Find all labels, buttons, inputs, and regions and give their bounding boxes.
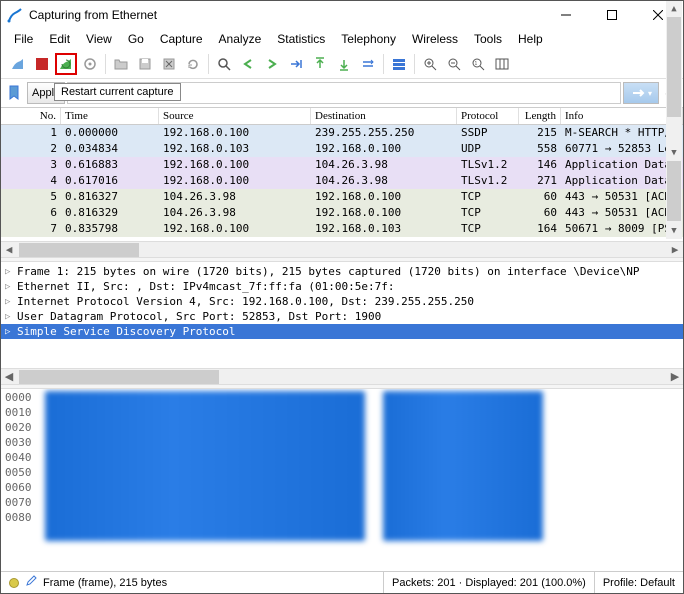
packet-rows[interactable]: 10.000000192.168.0.100239.255.255.250SSD… [1, 125, 683, 237]
app-icon [7, 7, 23, 23]
packet-bytes-pane[interactable]: 000000100020003000400050006000700080 ▲▼ [1, 389, 683, 553]
main-toolbar: 1 [1, 49, 683, 79]
menu-analyze[interactable]: Analyze [212, 30, 269, 48]
goto-last-button[interactable] [333, 53, 355, 75]
status-frame-text: Frame (frame), 215 bytes [43, 577, 167, 589]
menu-wireless[interactable]: Wireless [405, 30, 465, 48]
save-file-button[interactable] [134, 53, 156, 75]
menu-capture[interactable]: Capture [153, 30, 210, 48]
packet-row[interactable]: 50.816327104.26.3.98192.168.0.100TCP6044… [1, 189, 683, 205]
menu-statistics[interactable]: Statistics [270, 30, 332, 48]
menu-file[interactable]: File [7, 30, 40, 48]
hex-bytes-area [45, 391, 365, 541]
detail-udp[interactable]: ▷User Datagram Protocol, Src Port: 52853… [1, 309, 683, 324]
restart-tooltip: Restart current capture [54, 83, 181, 101]
packet-list-hscroll[interactable]: ◀▶ [1, 241, 683, 257]
column-no[interactable]: No. [1, 108, 61, 124]
hex-offsets: 000000100020003000400050006000700080 [1, 389, 41, 553]
hex-ascii-area [383, 391, 543, 541]
next-packet-button[interactable] [261, 53, 283, 75]
packet-list-pane: No. Time Source Destination Protocol Len… [1, 107, 683, 257]
packet-row[interactable]: 30.616883192.168.0.100104.26.3.98TLSv1.2… [1, 157, 683, 173]
window-title: Capturing from Ethernet [29, 8, 543, 22]
svg-text:1: 1 [475, 61, 478, 67]
reload-button[interactable] [182, 53, 204, 75]
open-file-button[interactable] [110, 53, 132, 75]
packet-row[interactable]: 20.034834192.168.0.103192.168.0.100UDP55… [1, 141, 683, 157]
status-packets: Packets: 201 · Displayed: 201 (100.0%) [383, 572, 594, 593]
packet-row[interactable]: 70.835798192.168.0.100192.168.0.103TCP16… [1, 221, 683, 237]
column-source[interactable]: Source [159, 108, 311, 124]
resize-columns-button[interactable] [491, 53, 513, 75]
zoom-out-button[interactable] [443, 53, 465, 75]
zoom-reset-button[interactable]: 1 [467, 53, 489, 75]
minimize-button[interactable] [543, 1, 589, 29]
column-length[interactable]: Length [519, 108, 561, 124]
detail-ssdp[interactable]: ▷Simple Service Discovery Protocol [1, 324, 683, 339]
goto-first-button[interactable] [309, 53, 331, 75]
column-destination[interactable]: Destination [311, 108, 457, 124]
column-time[interactable]: Time [61, 108, 159, 124]
packet-list-header: No. Time Source Destination Protocol Len… [1, 107, 683, 125]
capture-options-button[interactable] [79, 53, 101, 75]
packet-row[interactable]: 40.617016192.168.0.100104.26.3.98TLSv1.2… [1, 173, 683, 189]
expression-button[interactable]: ▾ [623, 82, 659, 104]
menu-edit[interactable]: Edit [42, 30, 77, 48]
stop-capture-button[interactable] [31, 53, 53, 75]
details-hscroll[interactable]: ◀▶ [1, 368, 683, 384]
titlebar: Capturing from Ethernet [1, 1, 683, 29]
menu-help[interactable]: Help [511, 30, 550, 48]
menu-tools[interactable]: Tools [467, 30, 509, 48]
close-file-button[interactable] [158, 53, 180, 75]
colorize-button[interactable] [388, 53, 410, 75]
column-protocol[interactable]: Protocol [457, 108, 519, 124]
packet-row[interactable]: 10.000000192.168.0.100239.255.255.250SSD… [1, 125, 683, 141]
filter-toolbar: Apply Restart current capture ▾ + [1, 79, 683, 107]
statusbar: Frame (frame), 215 bytes Packets: 201 · … [1, 571, 683, 593]
goto-packet-button[interactable] [285, 53, 307, 75]
menu-telephony[interactable]: Telephony [334, 30, 403, 48]
packet-details-pane[interactable]: ▷Frame 1: 215 bytes on wire (1720 bits),… [1, 262, 683, 368]
detail-ip[interactable]: ▷Internet Protocol Version 4, Src: 192.1… [1, 294, 683, 309]
restart-capture-button[interactable] [55, 53, 77, 75]
column-info[interactable]: Info [561, 108, 683, 124]
detail-frame[interactable]: ▷Frame 1: 215 bytes on wire (1720 bits),… [1, 264, 683, 279]
prev-packet-button[interactable] [237, 53, 259, 75]
auto-scroll-button[interactable] [357, 53, 379, 75]
menubar: FileEditViewGoCaptureAnalyzeStatisticsTe… [1, 29, 683, 49]
find-button[interactable] [213, 53, 235, 75]
status-profile[interactable]: Profile: Default [594, 572, 683, 593]
maximize-button[interactable] [589, 1, 635, 29]
zoom-in-button[interactable] [419, 53, 441, 75]
shark-fin-icon[interactable] [7, 53, 29, 75]
edit-icon[interactable] [25, 575, 37, 590]
detail-ethernet[interactable]: ▷Ethernet II, Src: , Dst: IPv4mcast_7f:f… [1, 279, 683, 294]
expert-info-icon[interactable] [9, 578, 19, 588]
menu-go[interactable]: Go [121, 30, 151, 48]
packet-row[interactable]: 60.816329104.26.3.98192.168.0.100TCP6044… [1, 205, 683, 221]
menu-view[interactable]: View [79, 30, 119, 48]
bookmark-icon[interactable] [7, 85, 23, 101]
